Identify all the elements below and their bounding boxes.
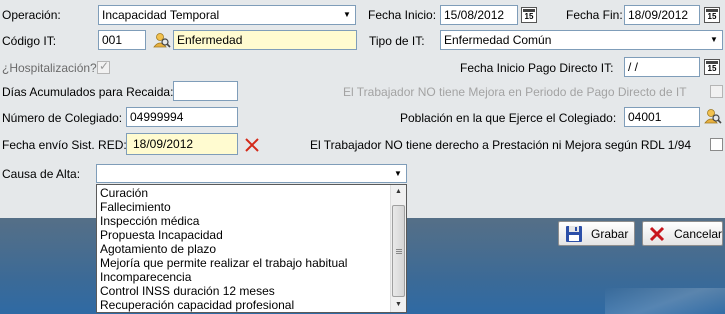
numero-colegiado-input[interactable]: 04999994 (126, 107, 238, 127)
tipo-it-value: Enfermedad Común (444, 33, 552, 47)
operacion-value: Incapacidad Temporal (102, 8, 220, 22)
fecha-fin-input[interactable]: 18/09/2012 (624, 5, 700, 25)
no-mejora-pago-directo-checkbox[interactable] (710, 85, 723, 98)
scroll-down-icon[interactable]: ▼ (391, 298, 406, 312)
fecha-pago-directo-input[interactable]: / / (624, 57, 700, 77)
list-item[interactable]: Inspección médica (100, 214, 199, 228)
dropdown-scrollbar[interactable]: ▲ ▼ (390, 185, 406, 312)
poblacion-colegiado-label: Población en la que Ejerce el Colegiado: (400, 111, 617, 125)
hospitalizacion-checkbox[interactable]: ✓ (97, 59, 110, 74)
causa-alta-label: Causa de Alta: (2, 167, 81, 181)
clear-x-icon[interactable] (244, 137, 260, 153)
search-person-icon[interactable] (704, 108, 722, 126)
chevron-down-icon[interactable]: ▼ (340, 7, 354, 23)
red-x-icon (649, 226, 665, 242)
chevron-down-icon[interactable]: ▼ (391, 166, 405, 181)
no-derecho-prestacion-label: El Trabajador NO tiene derecho a Prestac… (310, 138, 692, 152)
codigo-it-input[interactable]: 001 (98, 30, 146, 50)
no-derecho-prestacion-checkbox[interactable] (710, 138, 723, 151)
list-item[interactable]: Agotamiento de plazo (100, 242, 216, 256)
search-person-icon[interactable] (153, 32, 171, 50)
list-item[interactable]: Propuesta Incapacidad (100, 228, 223, 242)
fecha-inicio-label: Fecha Inicio: (368, 8, 437, 22)
tipo-it-label: Tipo de IT: (369, 34, 425, 48)
fecha-fin-label: Fecha Fin: (566, 8, 623, 22)
checkmark-icon: ✓ (99, 59, 110, 73)
fecha-envio-red-label: Fecha envío Sist. RED: (2, 138, 127, 152)
numero-colegiado-label: Número de Colegiado: (2, 111, 123, 125)
floppy-disk-icon (565, 225, 583, 243)
cancelar-label: Cancelar (674, 226, 723, 241)
list-item[interactable]: Fallecimiento (100, 200, 171, 214)
grabar-button[interactable]: Grabar (558, 221, 635, 246)
operacion-label: Operación: (2, 8, 61, 22)
dias-acumulados-label: Días Acumulados para Recaida: (2, 85, 174, 99)
operacion-select[interactable]: Incapacidad Temporal ▼ (98, 5, 356, 25)
chevron-down-icon[interactable]: ▼ (707, 32, 721, 48)
calendar-icon[interactable]: 15 (704, 59, 720, 75)
grabar-label: Grabar (591, 226, 629, 241)
cancelar-button[interactable]: Cancelar (642, 221, 723, 246)
calendar-icon[interactable]: 15 (704, 7, 720, 23)
calendar-icon[interactable]: 15 (521, 7, 537, 23)
scroll-up-icon[interactable]: ▲ (391, 185, 406, 199)
dias-acumulados-input[interactable] (173, 81, 238, 101)
fecha-envio-red-input: 18/09/2012 (126, 133, 238, 155)
list-item[interactable]: Mejoría que permite realizar el trabajo … (100, 256, 347, 270)
poblacion-colegiado-input[interactable]: 04001 (624, 107, 700, 127)
codigo-it-label: Código IT: (2, 34, 57, 48)
list-item[interactable]: Curación (100, 186, 148, 200)
no-mejora-pago-directo-label: El Trabajador NO tiene Mejora en Periodo… (343, 85, 687, 99)
causa-alta-dropdown-list[interactable]: Curación Fallecimiento Inspección médica… (96, 184, 407, 313)
list-item[interactable]: Recuperación capacidad profesional (100, 298, 294, 312)
list-item[interactable]: Control INSS duración 12 meses (100, 284, 275, 298)
list-item[interactable]: Incomparecencia (100, 270, 191, 284)
scrollbar-thumb[interactable] (392, 205, 405, 297)
tipo-it-select[interactable]: Enfermedad Común ▼ (440, 30, 723, 50)
codigo-it-description: Enfermedad (173, 30, 357, 50)
causa-alta-select[interactable]: ▼ (96, 164, 407, 183)
fecha-inicio-input[interactable]: 15/08/2012 (440, 5, 518, 25)
hospitalizacion-label: ¿Hospitalización? (2, 61, 97, 75)
fecha-pago-directo-label: Fecha Inicio Pago Directo IT: (460, 61, 614, 75)
